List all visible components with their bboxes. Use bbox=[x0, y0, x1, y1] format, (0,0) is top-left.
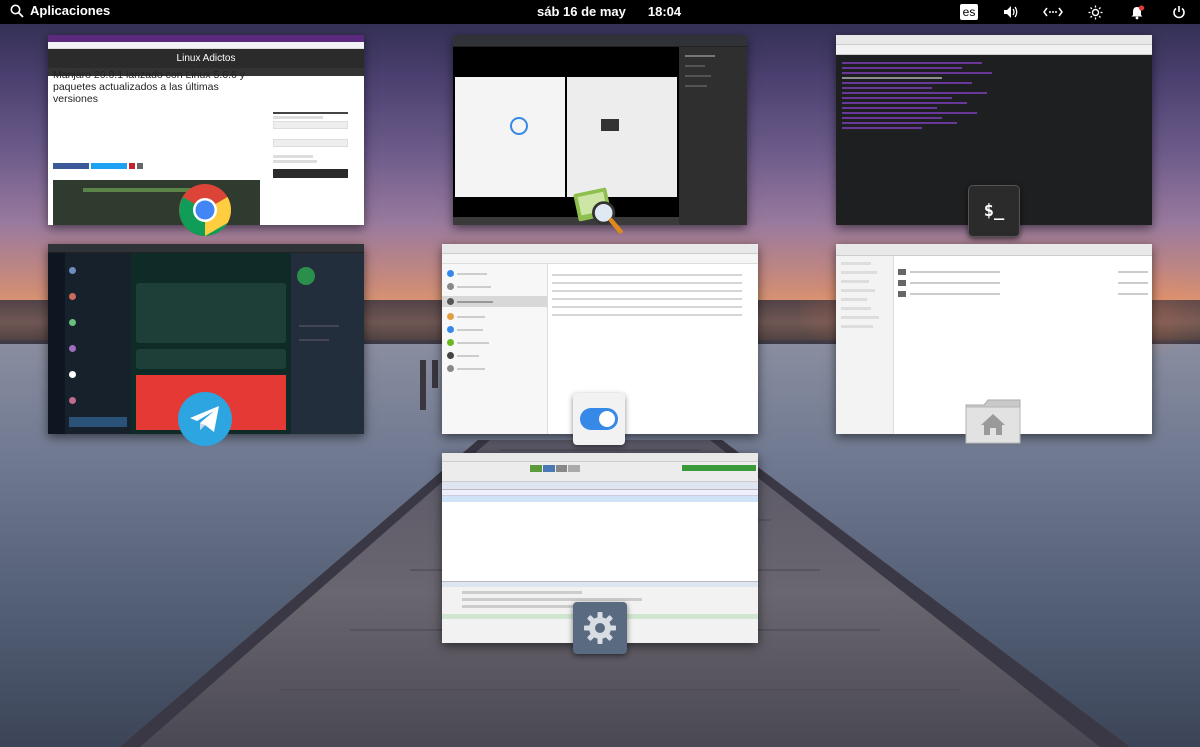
notifications-icon bbox=[1131, 4, 1144, 19]
files-list bbox=[898, 264, 1148, 302]
keyboard-indicator[interactable]: es bbox=[948, 0, 990, 24]
settings-toggle-icon bbox=[573, 393, 625, 445]
gear-settings-icon bbox=[573, 602, 627, 654]
transmission-filter-bar bbox=[442, 482, 758, 490]
datetime-indicator[interactable]: sáb 16 de may 18:04 bbox=[537, 4, 681, 19]
settings-sidebar bbox=[442, 264, 548, 434]
indicator-area: es bbox=[948, 0, 1200, 24]
search-icon bbox=[10, 4, 24, 18]
chrome-icon bbox=[178, 183, 232, 237]
terminal-icon-glyph: $_ bbox=[983, 201, 1005, 221]
site-name: Linux Adictos bbox=[176, 53, 236, 64]
time-text: 18:04 bbox=[647, 4, 682, 19]
files-sidebar bbox=[836, 256, 894, 434]
files-home-icon bbox=[964, 395, 1022, 445]
chrome-tab-strip bbox=[48, 35, 364, 42]
telegram-folder-bar bbox=[48, 253, 65, 434]
brightness-indicator[interactable] bbox=[1074, 0, 1116, 24]
terminal-icon: $_ bbox=[968, 185, 1020, 237]
notifications-indicator[interactable] bbox=[1116, 0, 1158, 24]
brightness-icon bbox=[1088, 5, 1102, 19]
top-panel: Aplicaciones sáb 16 de may 18:04 es bbox=[0, 0, 1200, 24]
date-text: sáb 16 de may bbox=[537, 4, 626, 19]
chrome-address-bar bbox=[48, 42, 364, 49]
site-header: Linux Adictos bbox=[48, 49, 364, 68]
viewer-properties-panel bbox=[679, 47, 747, 225]
settings-content bbox=[552, 268, 752, 322]
keyboard-layout-badge: es bbox=[959, 4, 979, 20]
network-icon bbox=[1043, 7, 1063, 17]
article-headline: Manjaro 20.0.1 lanzado con Linux 5.6.6 y… bbox=[53, 69, 246, 105]
image-viewer-icon bbox=[572, 184, 626, 238]
telegram-info-panel bbox=[291, 253, 364, 434]
transmission-toolbar bbox=[442, 462, 758, 482]
transmission-torrent-row bbox=[442, 496, 758, 502]
settings-tabs bbox=[442, 254, 758, 264]
terminal-tab-bar bbox=[836, 45, 1152, 55]
share-buttons bbox=[53, 163, 143, 169]
telegram-chat-list bbox=[65, 253, 131, 434]
power-indicator[interactable] bbox=[1158, 0, 1200, 24]
volume-icon bbox=[1004, 6, 1018, 18]
viewer-canvas bbox=[453, 47, 679, 217]
applications-menu-button[interactable]: Aplicaciones bbox=[10, 3, 110, 18]
telegram-icon bbox=[178, 392, 232, 446]
power-icon bbox=[1173, 6, 1185, 19]
volume-indicator[interactable] bbox=[990, 0, 1032, 24]
terminal-output bbox=[836, 55, 1152, 136]
newsletter-sidebar bbox=[273, 110, 348, 180]
network-indicator[interactable] bbox=[1032, 0, 1074, 24]
applications-label: Aplicaciones bbox=[30, 3, 111, 18]
